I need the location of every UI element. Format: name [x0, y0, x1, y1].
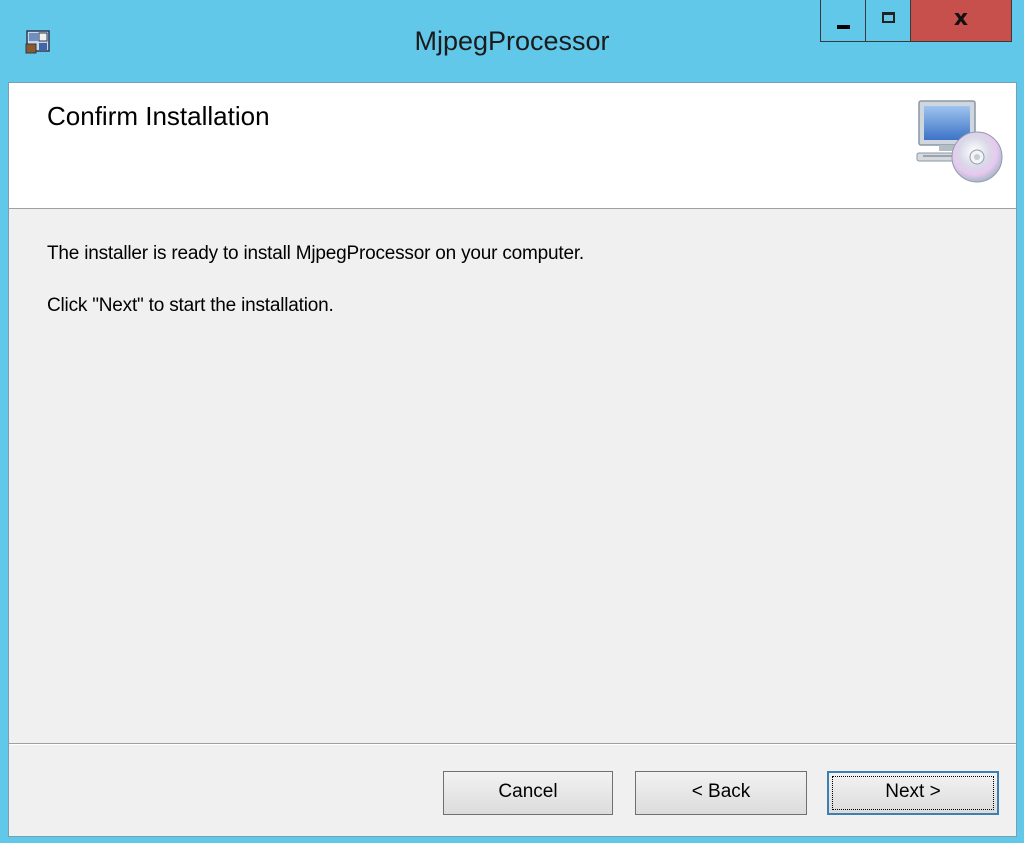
page-title: Confirm Installation	[47, 101, 270, 131]
footer-divider	[9, 743, 1016, 745]
dialog-client-area: Confirm Installation The installer is re…	[8, 82, 1017, 837]
computer-cd-icon	[916, 100, 1003, 183]
back-button[interactable]: < Back	[635, 771, 807, 815]
next-button[interactable]: Next >	[827, 771, 999, 815]
instruction-message: Click "Next" to start the installation.	[47, 295, 334, 316]
maximize-button[interactable]	[865, 0, 911, 42]
back-button-label: < Back	[691, 781, 751, 802]
minimize-button[interactable]	[820, 0, 866, 42]
minimize-icon	[837, 25, 850, 29]
cancel-button-label: Cancel	[498, 781, 558, 802]
close-button[interactable]: x	[910, 0, 1012, 42]
ready-message: The installer is ready to install MjpegP…	[47, 243, 584, 264]
title-bar[interactable]: MjpegProcessor x	[0, 0, 1024, 82]
installer-app-icon[interactable]	[24, 28, 52, 56]
close-icon: x	[953, 6, 969, 31]
next-button-label: Next >	[885, 781, 941, 802]
maximize-icon	[882, 12, 895, 23]
cancel-button[interactable]: Cancel	[443, 771, 613, 815]
installer-window: MjpegProcessor x Confirm Installation Th…	[0, 0, 1024, 843]
header-banner: Confirm Installation	[9, 83, 1016, 209]
